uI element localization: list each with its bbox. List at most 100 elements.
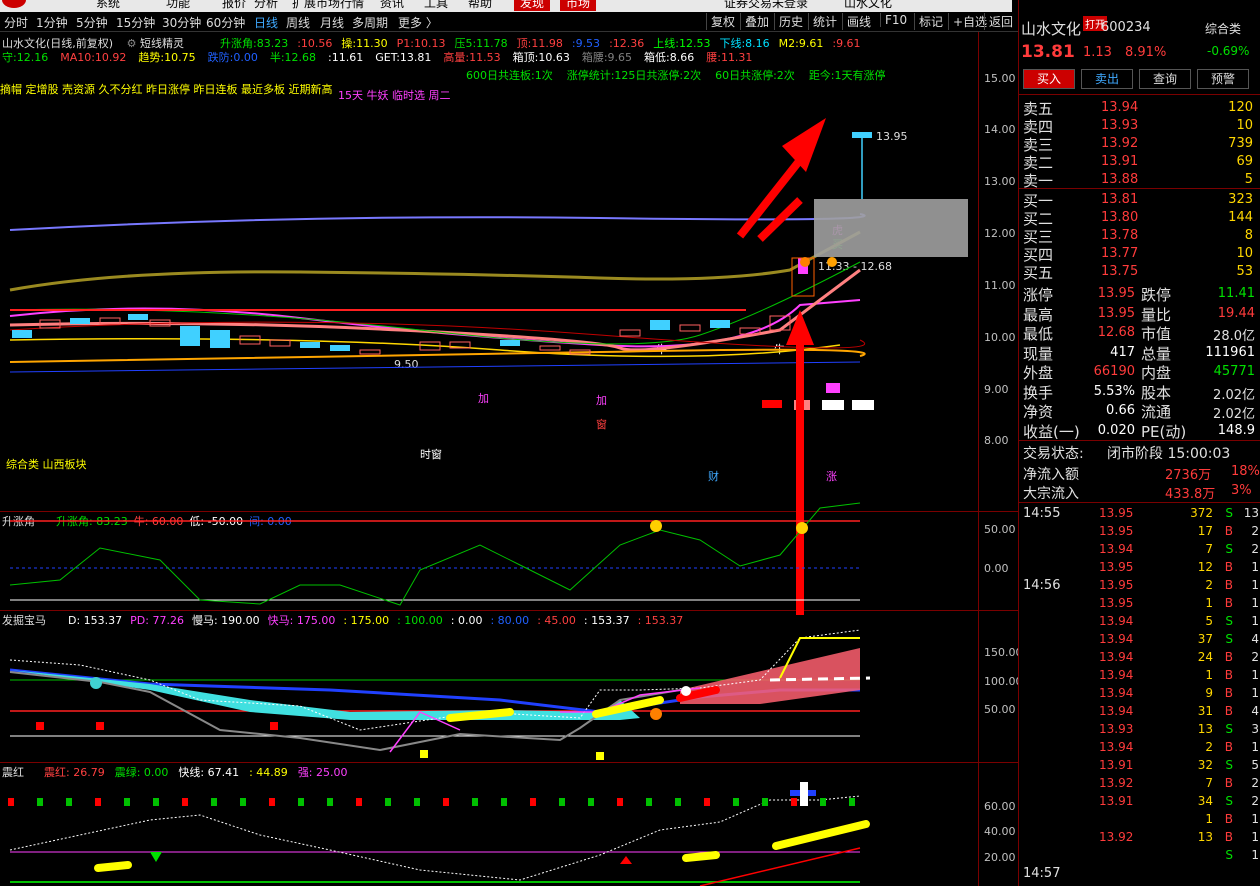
tool-add-watchlist[interactable]: +自选 <box>948 13 987 30</box>
period-tab[interactable]: 30分钟 <box>162 14 201 31</box>
tick-volume: 2 <box>1205 740 1213 754</box>
book-level-label: 买五 <box>1023 264 1054 282</box>
chart-canvas[interactable] <box>0 32 978 886</box>
tick-direction: B <box>1224 650 1233 664</box>
tick-count: 2 <box>1251 524 1259 538</box>
signal-mark <box>36 722 44 730</box>
tick-volume: 1 <box>1205 668 1213 682</box>
period-tab[interactable]: 1分钟 <box>36 14 68 31</box>
stat-label: 涨停 <box>1023 286 1054 304</box>
tick-volume: 34 <box>1197 794 1213 808</box>
book-price[interactable]: 13.78 <box>1101 228 1138 243</box>
menu-item-market[interactable]: 市场 <box>560 0 597 11</box>
signal-mark <box>849 798 855 806</box>
period-tab[interactable]: 分时 <box>4 14 28 31</box>
y-tick: 8.00 <box>984 434 1009 447</box>
signal-mark <box>95 798 101 806</box>
tool-mark[interactable]: 标记 <box>914 13 943 30</box>
net-inflow-pct: 18% <box>1231 464 1260 479</box>
top-menu-bar: 系统 功能 报价 分析 扩展市场行情 资讯 工具 帮助 发现 市场 证券交易未登… <box>0 0 1012 12</box>
period-tab[interactable]: 60分钟 <box>206 14 245 31</box>
tool-draw[interactable]: 画线 <box>842 13 871 30</box>
tool-stats[interactable]: 统计 <box>808 13 837 30</box>
book-volume: 120 <box>1228 100 1253 115</box>
book-price[interactable]: 13.91 <box>1101 154 1138 169</box>
sector-name[interactable]: 综合类 <box>1205 20 1241 37</box>
tick-count: 1 <box>1251 740 1259 754</box>
tick-count: 1 <box>1251 596 1259 610</box>
book-price[interactable]: 13.88 <box>1101 172 1138 187</box>
menu-item-discover[interactable]: 发现 <box>514 0 551 11</box>
tick-direction: B <box>1224 704 1233 718</box>
menu-item[interactable]: 分析 <box>254 0 278 11</box>
book-price[interactable]: 13.77 <box>1101 246 1138 261</box>
tick-count: 1 <box>1251 830 1259 844</box>
book-price[interactable]: 13.93 <box>1101 118 1138 133</box>
tool-fuquan[interactable]: 复权 <box>706 13 735 30</box>
stat-value: 0.66 <box>1106 403 1135 418</box>
stock-code: 600234 <box>1101 20 1151 35</box>
stat-value: 111961 <box>1205 344 1255 360</box>
period-tab[interactable]: 周线 <box>286 14 310 31</box>
candle <box>180 326 200 346</box>
tick-volume: 17 <box>1197 524 1213 538</box>
stat-label: 现量 <box>1023 344 1054 363</box>
y-tick: 40.00 <box>984 825 1016 838</box>
signal-mark <box>762 798 768 806</box>
tick-volume: 1 <box>1205 812 1213 826</box>
tick-price: 13.91 <box>1099 794 1134 808</box>
menu-item[interactable]: 工具 <box>424 0 448 11</box>
y-tick: 14.00 <box>984 123 1016 136</box>
tick-list[interactable]: 14:55 13.95 372 S 13 13.95 17 B 2 13.94 7 S 2 13.95 12… <box>1019 504 1260 886</box>
tool-overlay[interactable]: 叠加 <box>740 13 769 30</box>
angle-line <box>9 502 861 606</box>
tick-price: 13.94 <box>1099 614 1134 628</box>
alert-button[interactable]: 预警 <box>1197 69 1249 89</box>
tick-time: 14:57 <box>1023 866 1061 881</box>
divider <box>1019 188 1260 189</box>
divider <box>1019 440 1260 441</box>
menu-item[interactable]: 扩展市场行情 <box>292 0 364 11</box>
stat-value: 5.53% <box>1093 383 1135 399</box>
menu-item[interactable]: 资讯 <box>380 0 404 11</box>
menu-item[interactable]: 报价 <box>222 0 246 11</box>
menu-item[interactable]: 系统 <box>96 0 120 11</box>
block-inflow-label: 大宗流入 <box>1023 486 1079 502</box>
tick-direction: B <box>1224 740 1233 754</box>
book-price[interactable]: 13.92 <box>1101 136 1138 151</box>
tick-count: 1 <box>1251 668 1259 682</box>
period-tab[interactable]: 5分钟 <box>76 14 108 31</box>
period-tab[interactable]: 多周期 <box>352 14 388 31</box>
book-price[interactable]: 13.94 <box>1101 100 1138 115</box>
period-tab[interactable]: 15分钟 <box>116 14 155 31</box>
period-tab-daily[interactable]: 日线 <box>254 14 278 31</box>
stat-value: 148.9 <box>1217 422 1255 438</box>
tool-history[interactable]: 历史 <box>774 13 803 30</box>
menu-item[interactable]: 帮助 <box>468 0 492 11</box>
sell-button[interactable]: 卖出 <box>1081 69 1133 89</box>
stat-label: 总量 <box>1141 344 1172 363</box>
stat-value: 417 <box>1110 344 1135 360</box>
percent-change: 8.91% <box>1125 45 1167 60</box>
book-volume: 8 <box>1244 228 1253 243</box>
trade-status: 闭市阶段 15:00:03 <box>1107 446 1231 462</box>
book-price[interactable]: 13.75 <box>1101 264 1138 279</box>
stat-label: 内盘 <box>1141 364 1172 382</box>
stock-terminal: 系统 功能 报价 分析 扩展市场行情 资讯 工具 帮助 发现 市场 证券交易未登… <box>0 0 1260 886</box>
more-periods[interactable]: 更多 〉 <box>398 14 438 31</box>
period-tab[interactable]: 月线 <box>320 14 344 31</box>
tool-f10[interactable]: F10 <box>880 13 907 27</box>
buy-button[interactable]: 买入 <box>1023 69 1075 89</box>
book-price[interactable]: 13.81 <box>1101 192 1138 207</box>
tick-count: 2 <box>1251 776 1259 790</box>
tool-back[interactable]: 返回 <box>984 13 1013 30</box>
menu-item[interactable]: 功能 <box>166 0 190 11</box>
query-button[interactable]: 查询 <box>1139 69 1191 89</box>
stat-label: 最低 <box>1023 325 1054 343</box>
stat-value: 13.95 <box>1097 286 1135 301</box>
stat-value: 66190 <box>1093 364 1135 379</box>
stat-value: 0.020 <box>1097 422 1135 438</box>
stat-label: 跌停 <box>1141 286 1172 304</box>
y-tick: 10.00 <box>984 331 1016 344</box>
book-price[interactable]: 13.80 <box>1101 210 1138 225</box>
